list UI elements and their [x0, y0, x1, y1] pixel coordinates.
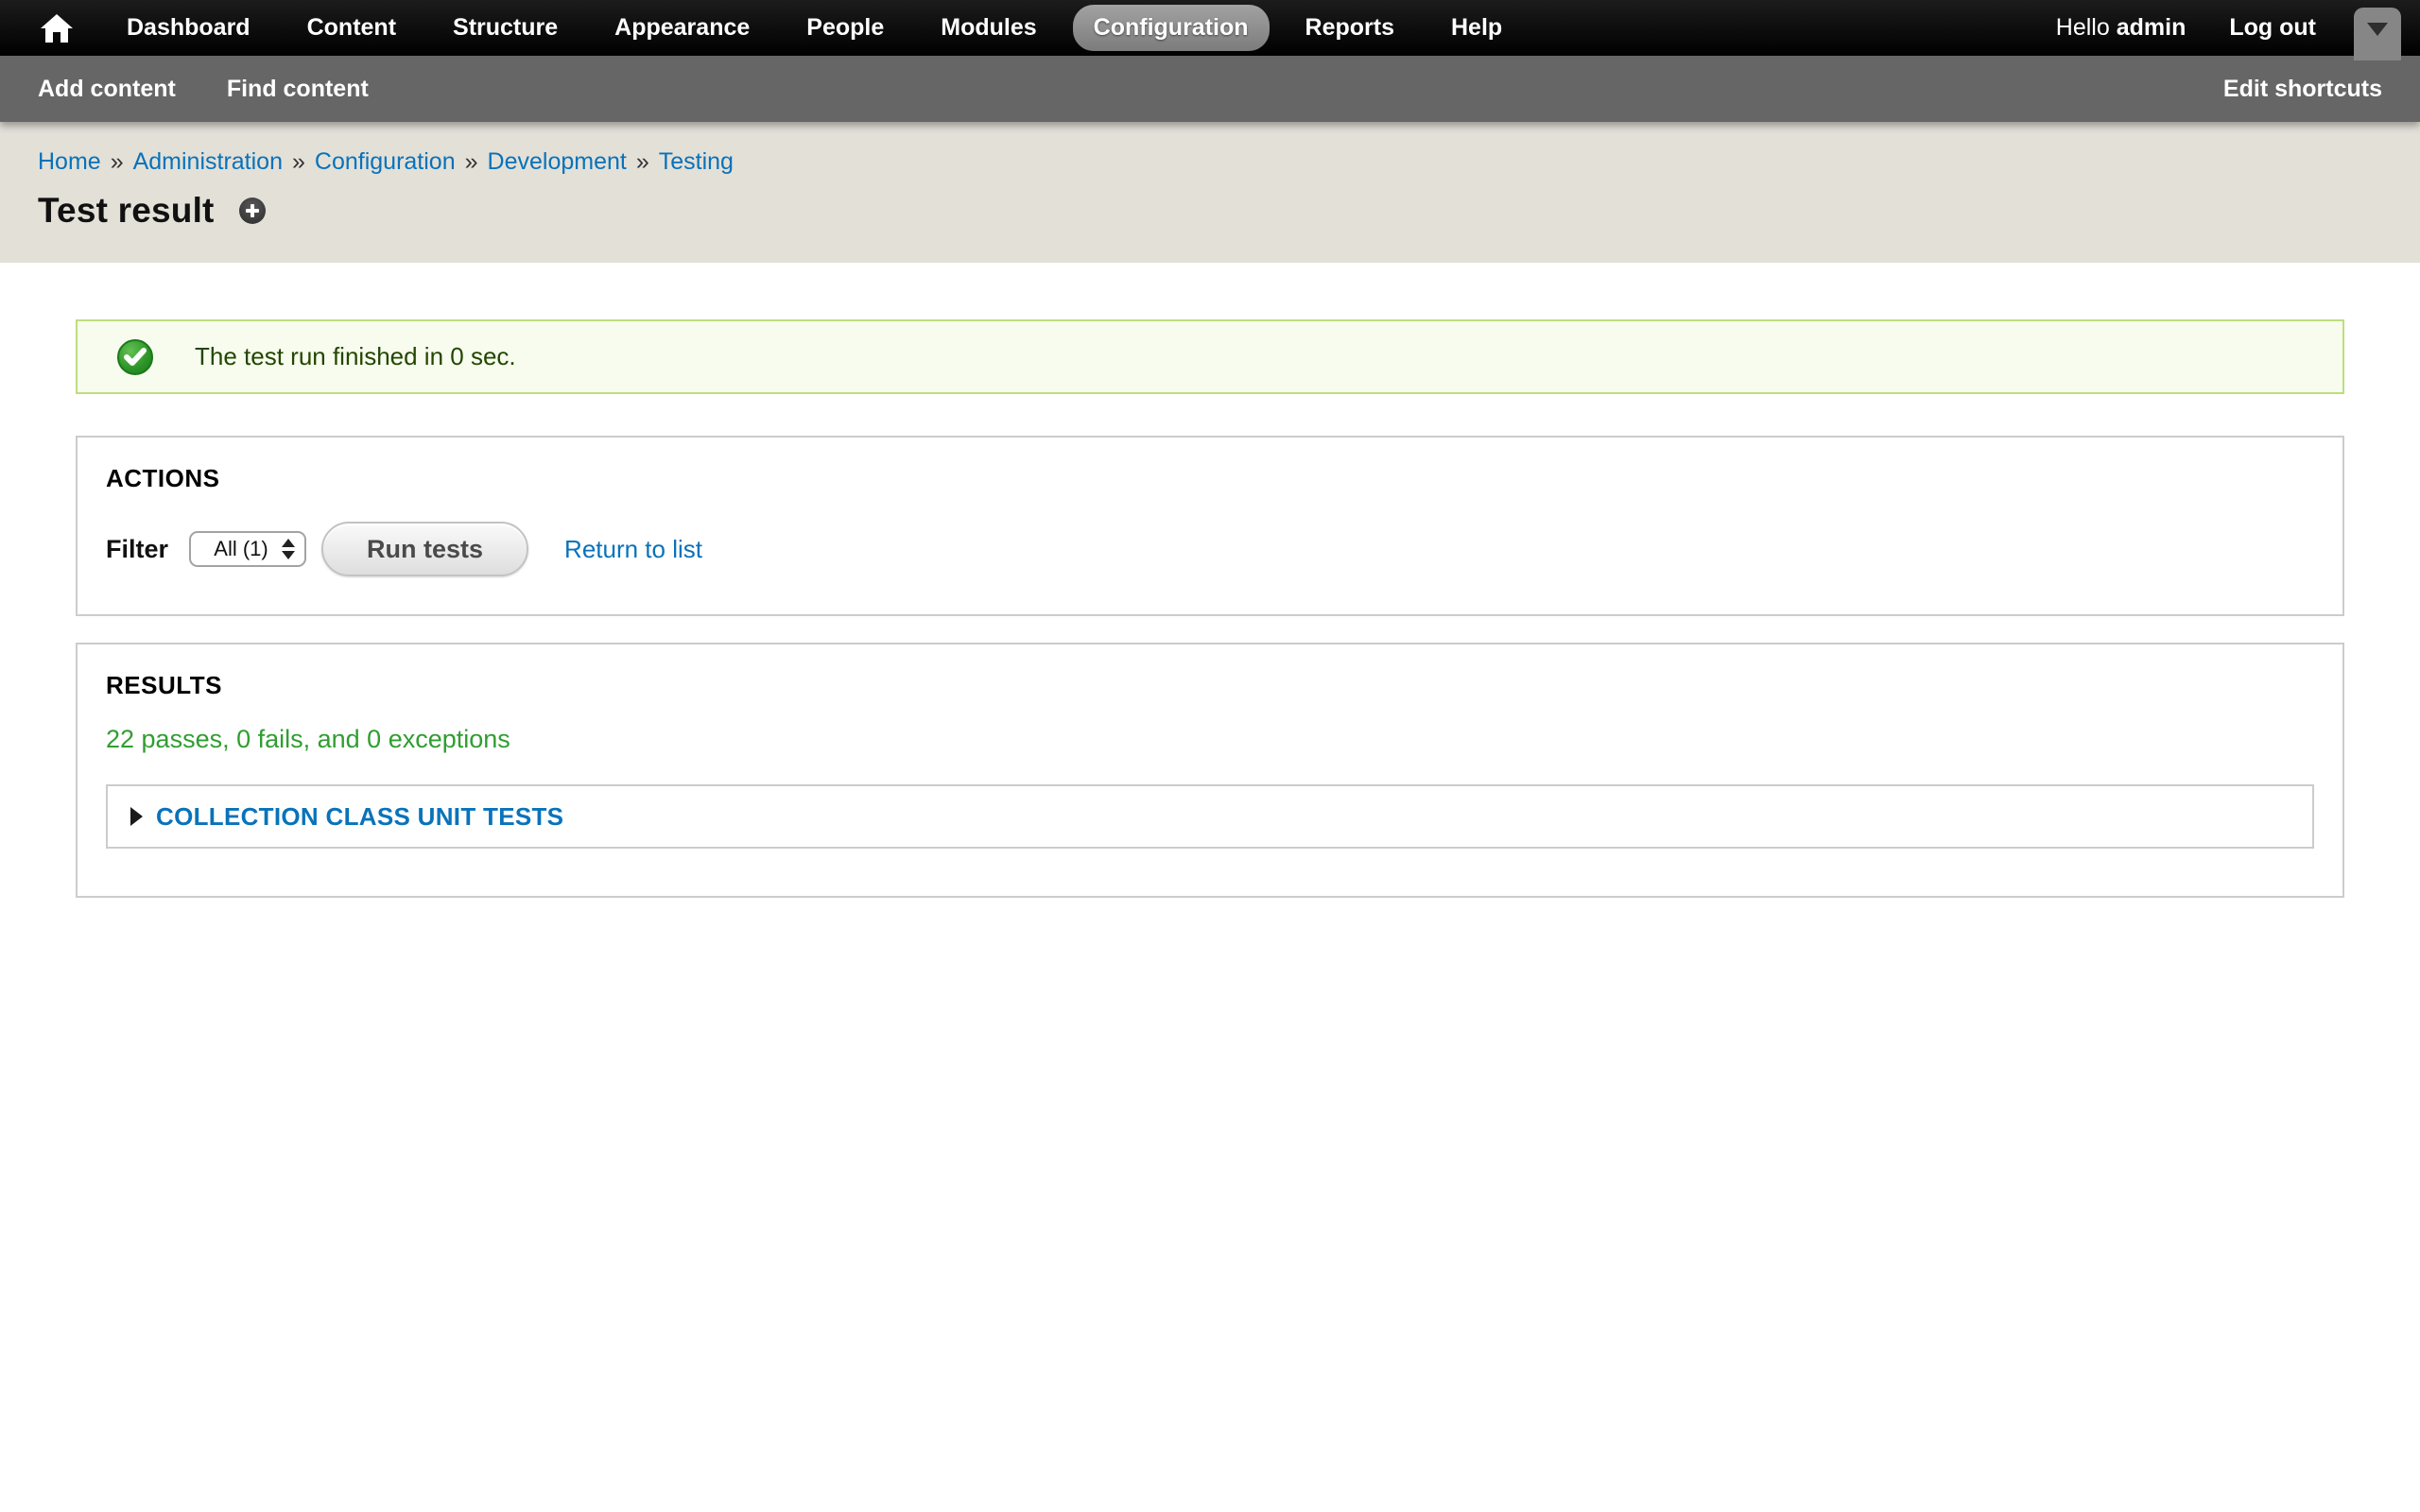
filter-label: Filter — [106, 535, 168, 564]
return-to-list-link[interactable]: Return to list — [564, 535, 702, 564]
toolbar-drawer-toggle[interactable] — [2354, 8, 2401, 60]
home-button[interactable] — [36, 0, 78, 56]
greeting-prefix: Hello — [2056, 14, 2110, 41]
breadcrumb-separator: » — [636, 148, 649, 175]
collapsed-arrow-icon — [130, 807, 143, 826]
username: admin — [2117, 14, 2187, 41]
results-heading: RESULTS — [106, 671, 2314, 700]
actions-panel: ACTIONS Filter All (1) Run tests Return … — [76, 436, 2344, 616]
toolbar-item-people[interactable]: People — [786, 5, 905, 51]
toolbar-item-dashboard[interactable]: Dashboard — [106, 5, 271, 51]
plus-icon — [244, 202, 261, 219]
run-tests-button[interactable]: Run tests — [321, 522, 528, 576]
breadcrumb-separator: » — [465, 148, 478, 175]
add-to-shortcuts-button[interactable] — [239, 198, 266, 224]
admin-toolbar: Dashboard Content Structure Appearance P… — [0, 0, 2420, 56]
results-panel: RESULTS 22 passes, 0 fails, and 0 except… — [76, 643, 2344, 898]
toolbar-item-appearance[interactable]: Appearance — [594, 5, 770, 51]
select-stepper-icon — [282, 539, 295, 559]
toolbar-item-configuration[interactable]: Configuration — [1073, 5, 1270, 51]
breadcrumb-separator: » — [292, 148, 305, 175]
toolbar-item-structure[interactable]: Structure — [432, 5, 579, 51]
status-message: The test run finished in 0 sec. — [76, 319, 2344, 394]
user-greeting: Hello admin — [2056, 14, 2187, 42]
results-summary: 22 passes, 0 fails, and 0 exceptions — [106, 725, 2314, 754]
breadcrumb-development[interactable]: Development — [488, 148, 627, 175]
filter-select[interactable]: All (1) — [189, 531, 306, 567]
breadcrumb-testing[interactable]: Testing — [659, 148, 734, 175]
shortcut-add-content[interactable]: Add content — [38, 76, 176, 103]
test-group-collapsible[interactable]: COLLECTION CLASS UNIT TESTS — [106, 784, 2314, 849]
breadcrumb: Home » Administration » Configuration » Develo… — [38, 148, 2382, 176]
page-header: Home » Administration » Configuration » Develo… — [0, 122, 2420, 263]
content-area: The test run finished in 0 sec. ACTIONS … — [0, 263, 2420, 898]
actions-heading: ACTIONS — [106, 464, 2314, 493]
status-message-text: The test run finished in 0 sec. — [195, 342, 516, 371]
toolbar-menu: Dashboard Content Structure Appearance P… — [98, 0, 1530, 56]
success-check-icon — [117, 339, 153, 375]
breadcrumb-administration[interactable]: Administration — [133, 148, 283, 175]
filter-selected-value: All (1) — [206, 537, 276, 561]
breadcrumb-configuration[interactable]: Configuration — [315, 148, 456, 175]
shortcut-find-content[interactable]: Find content — [227, 76, 369, 103]
logout-link[interactable]: Log out — [2229, 14, 2316, 42]
breadcrumb-separator: » — [111, 148, 124, 175]
chevron-down-icon — [2367, 23, 2388, 36]
shortcut-bar: Add content Find content Edit shortcuts — [0, 56, 2420, 122]
test-group-title[interactable]: COLLECTION CLASS UNIT TESTS — [156, 802, 563, 832]
edit-shortcuts-link[interactable]: Edit shortcuts — [2223, 76, 2382, 103]
page-title: Test result — [38, 191, 215, 231]
toolbar-item-content[interactable]: Content — [286, 5, 417, 51]
toolbar-item-reports[interactable]: Reports — [1285, 5, 1415, 51]
toolbar-item-modules[interactable]: Modules — [920, 5, 1057, 51]
toolbar-item-help[interactable]: Help — [1430, 5, 1523, 51]
breadcrumb-home[interactable]: Home — [38, 148, 101, 175]
home-icon — [41, 14, 73, 43]
